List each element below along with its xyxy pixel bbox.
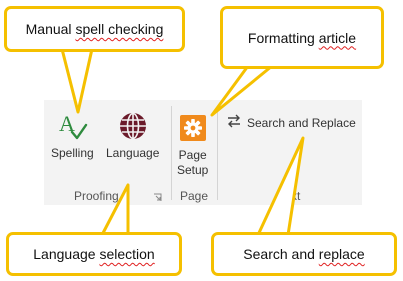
callout-formatting-article: Formatting article <box>220 6 384 69</box>
callout-language-selection: Language selection <box>6 232 182 276</box>
callout-search-and-replace: Search and replace <box>211 232 397 276</box>
callout-manual-spell-checking: Manual spell checking <box>4 6 185 52</box>
